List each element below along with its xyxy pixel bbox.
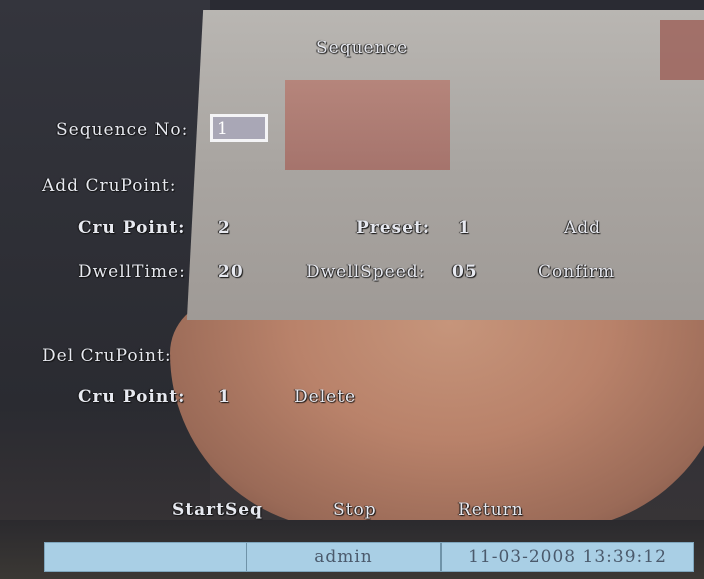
dwell-speed-label: DwellSpeed: <box>306 262 426 282</box>
dwell-time-label: DwellTime: <box>78 262 186 282</box>
background-patch-right <box>660 20 704 80</box>
startseq-button[interactable]: StartSeq <box>172 500 263 520</box>
camera-background <box>0 0 704 579</box>
add-crupoint-label: Add CruPoint: <box>42 176 177 196</box>
del-cru-point-label: Cru Point: <box>78 387 186 407</box>
preset-label: Preset: <box>356 218 431 238</box>
status-bar-time: 11-03-2008 13:39:12 <box>441 543 693 571</box>
return-button[interactable]: Return <box>458 500 524 520</box>
delete-button[interactable]: Delete <box>294 387 356 407</box>
confirm-button[interactable]: Confirm <box>538 262 615 282</box>
dwell-speed-value[interactable]: 05 <box>452 262 478 282</box>
dwell-time-value[interactable]: 20 <box>218 262 244 282</box>
page-title: Sequence <box>316 38 409 58</box>
sequence-no-label: Sequence No: <box>56 120 189 140</box>
stop-button[interactable]: Stop <box>333 500 377 520</box>
datetime: 11-03-2008 13:39:12 <box>468 547 667 567</box>
status-bar: admin 11-03-2008 13:39:12 <box>44 542 694 572</box>
background-patch <box>285 80 450 170</box>
add-cru-point-value[interactable]: 2 <box>218 218 231 238</box>
add-button[interactable]: Add <box>564 218 601 238</box>
background-object <box>170 300 704 530</box>
user-name: admin <box>314 547 373 567</box>
del-crupoint-label: Del CruPoint: <box>42 346 172 366</box>
sequence-no-value: 1 <box>217 119 228 139</box>
status-bar-user: admin <box>247 543 441 571</box>
del-cru-point-value[interactable]: 1 <box>218 387 231 407</box>
add-cru-point-label: Cru Point: <box>78 218 186 238</box>
sequence-no-field[interactable]: 1 <box>210 114 268 142</box>
status-bar-blank <box>45 543 247 571</box>
background-wall <box>0 0 210 579</box>
preset-value[interactable]: 1 <box>458 218 471 238</box>
